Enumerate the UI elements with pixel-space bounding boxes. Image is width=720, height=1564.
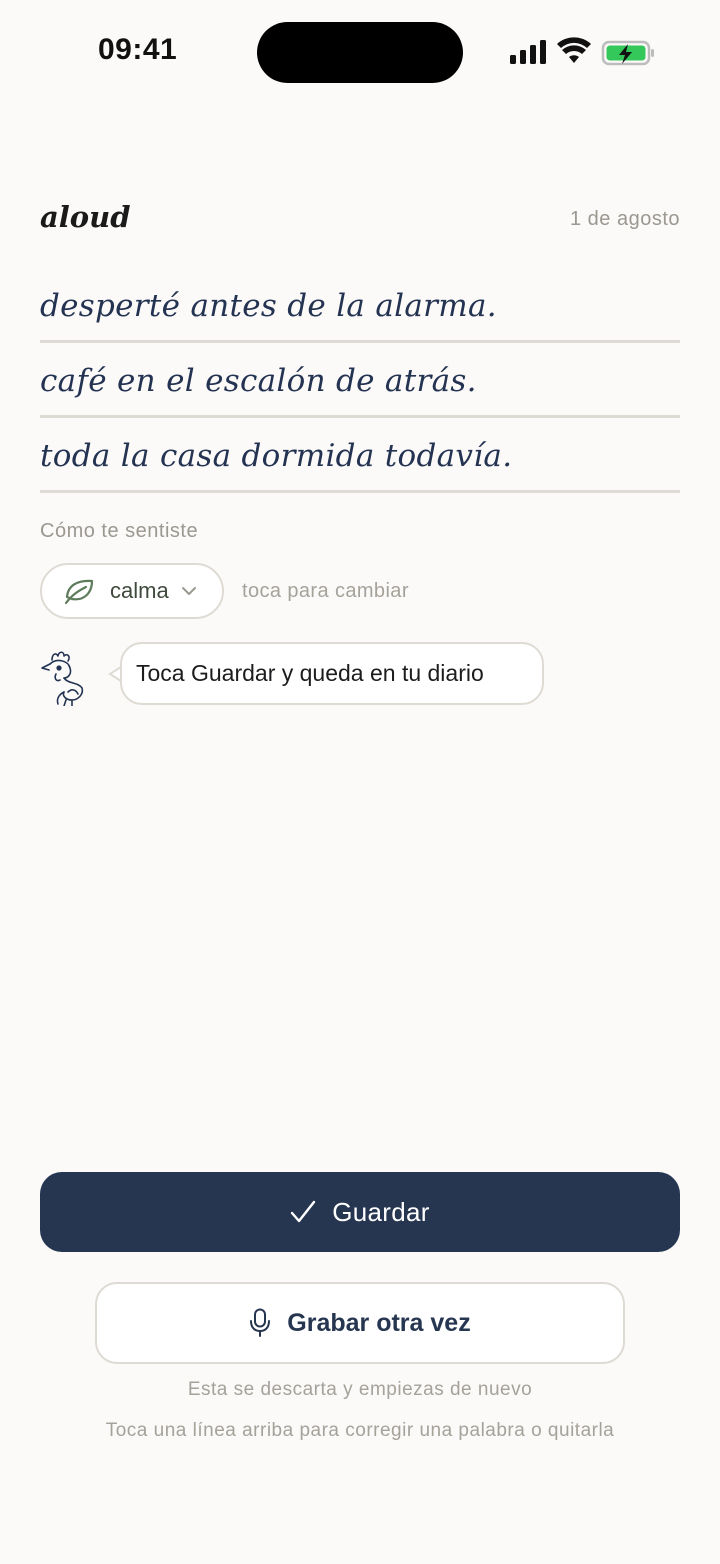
signal-icon	[510, 40, 546, 64]
wifi-icon	[557, 37, 591, 63]
mood-selector[interactable]: calma	[40, 563, 224, 619]
edit-hint: Toca una línea arriba para corregir una …	[105, 1420, 615, 1441]
mood-label: Cómo te sentiste	[40, 520, 199, 542]
tip-bubble: Toca Guardar y queda en tu diario	[120, 642, 544, 705]
save-button-label: Guardar	[332, 1196, 430, 1227]
status-icons	[510, 37, 654, 66]
entry-date: 1 de agosto	[569, 208, 680, 230]
leaf-icon	[64, 579, 94, 605]
screen: 09:41 aloud 1 de agosto desperté antes d…	[0, 0, 720, 1564]
rooster-mascot-icon	[41, 651, 84, 706]
transcript-line-text: toda la casa dormida todavía.	[40, 438, 513, 474]
mood-hint: toca para cambiar	[242, 580, 409, 602]
transcript-line-text: café en el escalón de atrás.	[40, 363, 477, 399]
app-title: aloud	[40, 200, 131, 234]
battery-charging-icon	[601, 40, 654, 66]
record-again-label: Grabar otra vez	[287, 1308, 471, 1337]
record-note: Esta se descarta y empiezas de nuevo	[187, 1379, 533, 1400]
chevron-down-icon	[181, 587, 196, 595]
transcript-line-1[interactable]: desperté antes de la alarma.	[40, 270, 680, 343]
checkmark-icon	[291, 1200, 316, 1223]
transcript-line-text: desperté antes de la alarma.	[40, 288, 497, 324]
record-again-button[interactable]: Grabar otra vez	[95, 1282, 625, 1364]
tip-text: Toca Guardar y queda en tu diario	[136, 660, 484, 686]
mood-value: calma	[110, 578, 169, 603]
save-button[interactable]: Guardar	[40, 1172, 680, 1252]
microphone-icon	[250, 1308, 271, 1337]
dynamic-island	[257, 22, 463, 83]
status-time: 09:41	[98, 33, 178, 66]
transcript-line-2[interactable]: café en el escalón de atrás.	[40, 345, 680, 418]
transcript-line-3[interactable]: toda la casa dormida todavía.	[40, 420, 680, 493]
